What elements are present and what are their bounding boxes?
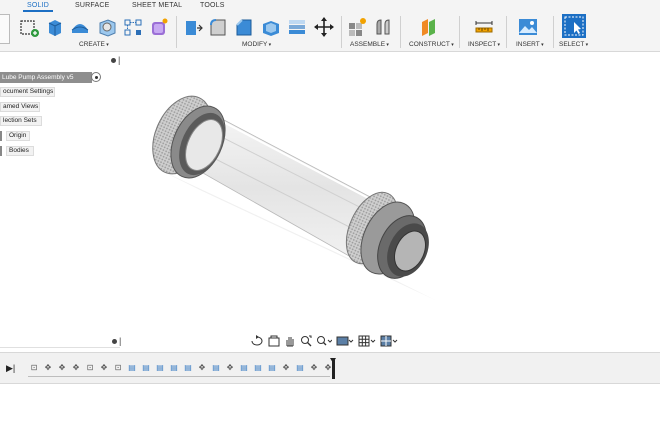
- revolve-icon[interactable]: [69, 16, 91, 38]
- create-form-icon[interactable]: [148, 16, 170, 38]
- shell-icon[interactable]: [260, 16, 282, 38]
- timeline-item-sketch[interactable]: ⊡: [28, 362, 40, 374]
- select-menu[interactable]: SELECT: [559, 41, 588, 48]
- timeline-item-body[interactable]: ▤: [266, 362, 278, 374]
- toolbar: SOLID SURFACE SHEET METAL TOOLS CREATE ▾…: [0, 0, 660, 52]
- timeline-item-body[interactable]: ▤: [168, 362, 180, 374]
- offset-plane-icon[interactable]: [418, 16, 440, 38]
- timeline-item-move[interactable]: ✥: [42, 362, 54, 374]
- timeline-item-body[interactable]: ▤: [210, 362, 222, 374]
- measure-icon[interactable]: [473, 16, 495, 38]
- timeline-item-move[interactable]: ✥: [280, 362, 292, 374]
- separator: [506, 16, 507, 48]
- construct-menu[interactable]: CONSTRUCT: [409, 41, 454, 48]
- timeline-item-sketch[interactable]: ⊡: [84, 362, 96, 374]
- activate-target-icon[interactable]: [91, 72, 101, 82]
- timeline-item-body[interactable]: ▤: [294, 362, 306, 374]
- press-pull-icon[interactable]: [182, 16, 204, 38]
- look-at-icon[interactable]: [268, 335, 280, 347]
- timeline-item-body[interactable]: ▤: [126, 362, 138, 374]
- extrude-icon[interactable]: [44, 16, 66, 38]
- browser-item-origin[interactable]: Origin: [6, 131, 30, 141]
- separator: [341, 16, 342, 48]
- timeline-item-body[interactable]: ▤: [154, 362, 166, 374]
- timeline-item-sketch[interactable]: ⊡: [112, 362, 124, 374]
- expand-toggle-icon[interactable]: [0, 146, 2, 156]
- move-copy-icon[interactable]: [313, 16, 335, 38]
- chamfer-icon[interactable]: [233, 16, 255, 38]
- timeline-item-move[interactable]: ✥: [196, 362, 208, 374]
- browser-item-named-views[interactable]: amed Views: [0, 102, 40, 112]
- display-settings-icon[interactable]: [336, 335, 354, 347]
- viewports-icon[interactable]: [380, 335, 398, 347]
- timeline-marker[interactable]: [330, 358, 336, 379]
- new-component-icon[interactable]: [346, 16, 368, 38]
- timeline-item-move[interactable]: ✥: [56, 362, 68, 374]
- timeline-item-body[interactable]: ▤: [140, 362, 152, 374]
- comments-collapse-icon[interactable]: |: [119, 336, 121, 346]
- browser-item-document-settings[interactable]: ocument Settings: [0, 87, 55, 97]
- timeline-item-body[interactable]: ▤: [182, 362, 194, 374]
- modify-menu[interactable]: MODIFY: [242, 41, 271, 48]
- browser-pin-icon[interactable]: [111, 58, 116, 63]
- fillet-icon[interactable]: [207, 16, 229, 38]
- insert-image-icon[interactable]: [517, 16, 539, 38]
- orbit-icon[interactable]: [250, 335, 264, 347]
- browser-collapse-icon[interactable]: |: [118, 55, 120, 65]
- tab-sheet-metal[interactable]: SHEET METAL: [132, 2, 182, 9]
- combine-icon[interactable]: [286, 16, 308, 38]
- separator: [400, 16, 401, 48]
- timeline-item-move[interactable]: ✥: [308, 362, 320, 374]
- timeline: ▶| ⊡ ✥ ✥ ✥ ⊡ ✥ ⊡ ▤ ▤ ▤ ▤ ▤ ✥ ▤ ✥ ▤ ▤ ▤ ✥ ▤ ✥ ✥: [0, 352, 660, 384]
- assemble-menu[interactable]: ASSEMBLE: [350, 41, 389, 48]
- separator: [553, 16, 554, 48]
- select-icon[interactable]: [562, 14, 586, 38]
- comments-pin-icon[interactable]: [112, 339, 117, 344]
- tab-tools[interactable]: TOOLS: [200, 2, 225, 9]
- timeline-item-move[interactable]: ✥: [224, 362, 236, 374]
- browser-root-node[interactable]: Lube Pump Assembly v5: [0, 72, 92, 83]
- expand-toggle-icon[interactable]: [0, 131, 2, 141]
- joint-icon[interactable]: [372, 16, 394, 38]
- pattern-icon[interactable]: [122, 16, 144, 38]
- comments-divider: [0, 347, 120, 348]
- separator: [459, 16, 460, 48]
- insert-menu[interactable]: INSERT: [516, 41, 544, 48]
- timeline-item-body[interactable]: ▤: [238, 362, 250, 374]
- timeline-track: ⊡ ✥ ✥ ✥ ⊡ ✥ ⊡ ▤ ▤ ▤ ▤ ▤ ✥ ▤ ✥ ▤ ▤ ▤ ✥ ▤ ✥ ✥: [28, 362, 334, 376]
- timeline-baseline: [28, 376, 330, 377]
- hole-icon[interactable]: [96, 16, 118, 38]
- tube-assembly-model[interactable]: [140, 80, 450, 310]
- create-menu[interactable]: CREATE: [79, 41, 109, 48]
- browser-item-bodies[interactable]: Bodies: [6, 146, 34, 156]
- zoom-icon[interactable]: [316, 335, 332, 347]
- grid-icon[interactable]: [358, 335, 376, 347]
- timeline-item-body[interactable]: ▤: [252, 362, 264, 374]
- inspect-menu[interactable]: INSPECT: [468, 41, 500, 48]
- create-sketch-icon[interactable]: [18, 16, 40, 38]
- browser-item-selection-sets[interactable]: lection Sets: [0, 116, 42, 126]
- data-panel-button[interactable]: [0, 14, 10, 44]
- tab-surface[interactable]: SURFACE: [75, 2, 109, 9]
- timeline-item-move[interactable]: ✥: [70, 362, 82, 374]
- play-icon[interactable]: ▶|: [6, 363, 15, 374]
- tab-solid[interactable]: SOLID: [22, 2, 54, 12]
- timeline-item-move[interactable]: ✥: [98, 362, 110, 374]
- navigation-bar: [250, 334, 404, 348]
- pan-icon[interactable]: [284, 335, 296, 347]
- zoom-window-icon[interactable]: [300, 335, 312, 347]
- separator: [176, 16, 177, 48]
